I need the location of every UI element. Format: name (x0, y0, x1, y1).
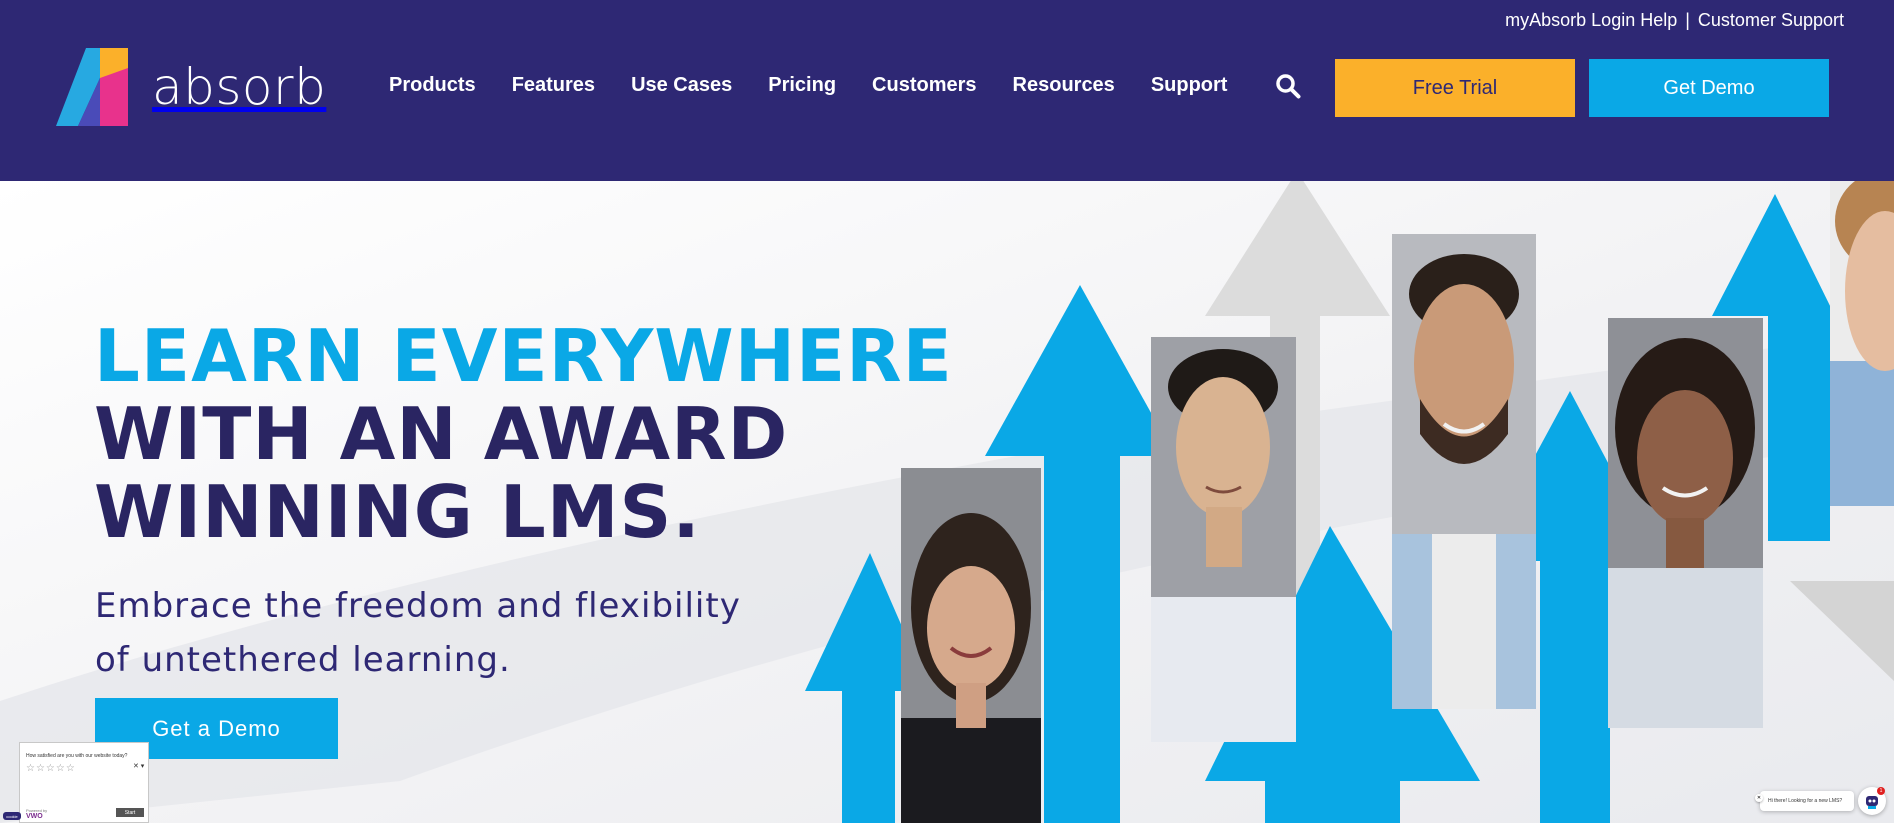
nav-resources[interactable]: Resources (1013, 74, 1115, 97)
feedback-close-icon[interactable]: ✕ ▾ (133, 762, 144, 770)
feedback-question: How satisfied are you with our website t… (26, 753, 128, 759)
logo-wordmark: absorb (152, 58, 327, 116)
login-help-link[interactable]: myAbsorb Login Help (1505, 10, 1677, 31)
person-photo-man-1 (1151, 337, 1296, 742)
feedback-start-button[interactable]: Start (116, 808, 144, 817)
absorb-logo[interactable]: absorb (56, 48, 326, 126)
free-trial-button[interactable]: Free Trial (1335, 59, 1575, 117)
nav-pricing[interactable]: Pricing (768, 74, 836, 97)
cookie-settings-tab[interactable]: cookie (3, 812, 21, 820)
get-demo-button[interactable]: Get Demo (1589, 59, 1829, 117)
nav-support[interactable]: Support (1151, 74, 1228, 97)
hero-section: LEARN EVERYWHERE WITH AN AWARD WINNING L… (0, 181, 1894, 823)
nav-products[interactable]: Products (389, 74, 476, 97)
headline-line-1: LEARN EVERYWHERE (94, 314, 953, 398)
main-nav: Products Features Use Cases Pricing Cust… (389, 74, 1227, 97)
nav-use-cases[interactable]: Use Cases (631, 74, 732, 97)
person-photo-woman-2 (1608, 318, 1763, 728)
search-icon[interactable] (1275, 73, 1301, 99)
chat-close-icon[interactable]: ✕ (1755, 794, 1763, 802)
hero-subhead: Embrace the freedom and flexibility of u… (95, 586, 741, 680)
utility-separator: | (1685, 10, 1690, 30)
utility-links: myAbsorb Login Help | Customer Support (1505, 10, 1844, 31)
customer-support-link[interactable]: Customer Support (1698, 10, 1844, 31)
feedback-star-rating[interactable]: ☆☆☆☆☆ (26, 763, 76, 774)
chat-greeting-bubble[interactable]: Hi there! Looking for a new LMS? (1760, 791, 1854, 811)
feedback-survey-widget[interactable]: How satisfied are you with our website t… (19, 742, 149, 823)
headline-line-3: WINNING LMS. (94, 470, 701, 554)
hero-headline: LEARN EVERYWHERE WITH AN AWARD WINNING L… (94, 317, 953, 551)
chat-notification-badge: 1 (1877, 787, 1885, 795)
headline-line-2: WITH AN AWARD (94, 392, 789, 476)
absorb-logo-mark-icon (56, 48, 128, 126)
site-header: myAbsorb Login Help | Customer Support a… (0, 0, 1894, 181)
vwo-logo: VWO (26, 813, 43, 820)
person-photo-woman-3 (1830, 181, 1894, 506)
nav-customers[interactable]: Customers (872, 74, 976, 97)
nav-features[interactable]: Features (512, 74, 595, 97)
person-photo-man-2 (1392, 234, 1536, 709)
